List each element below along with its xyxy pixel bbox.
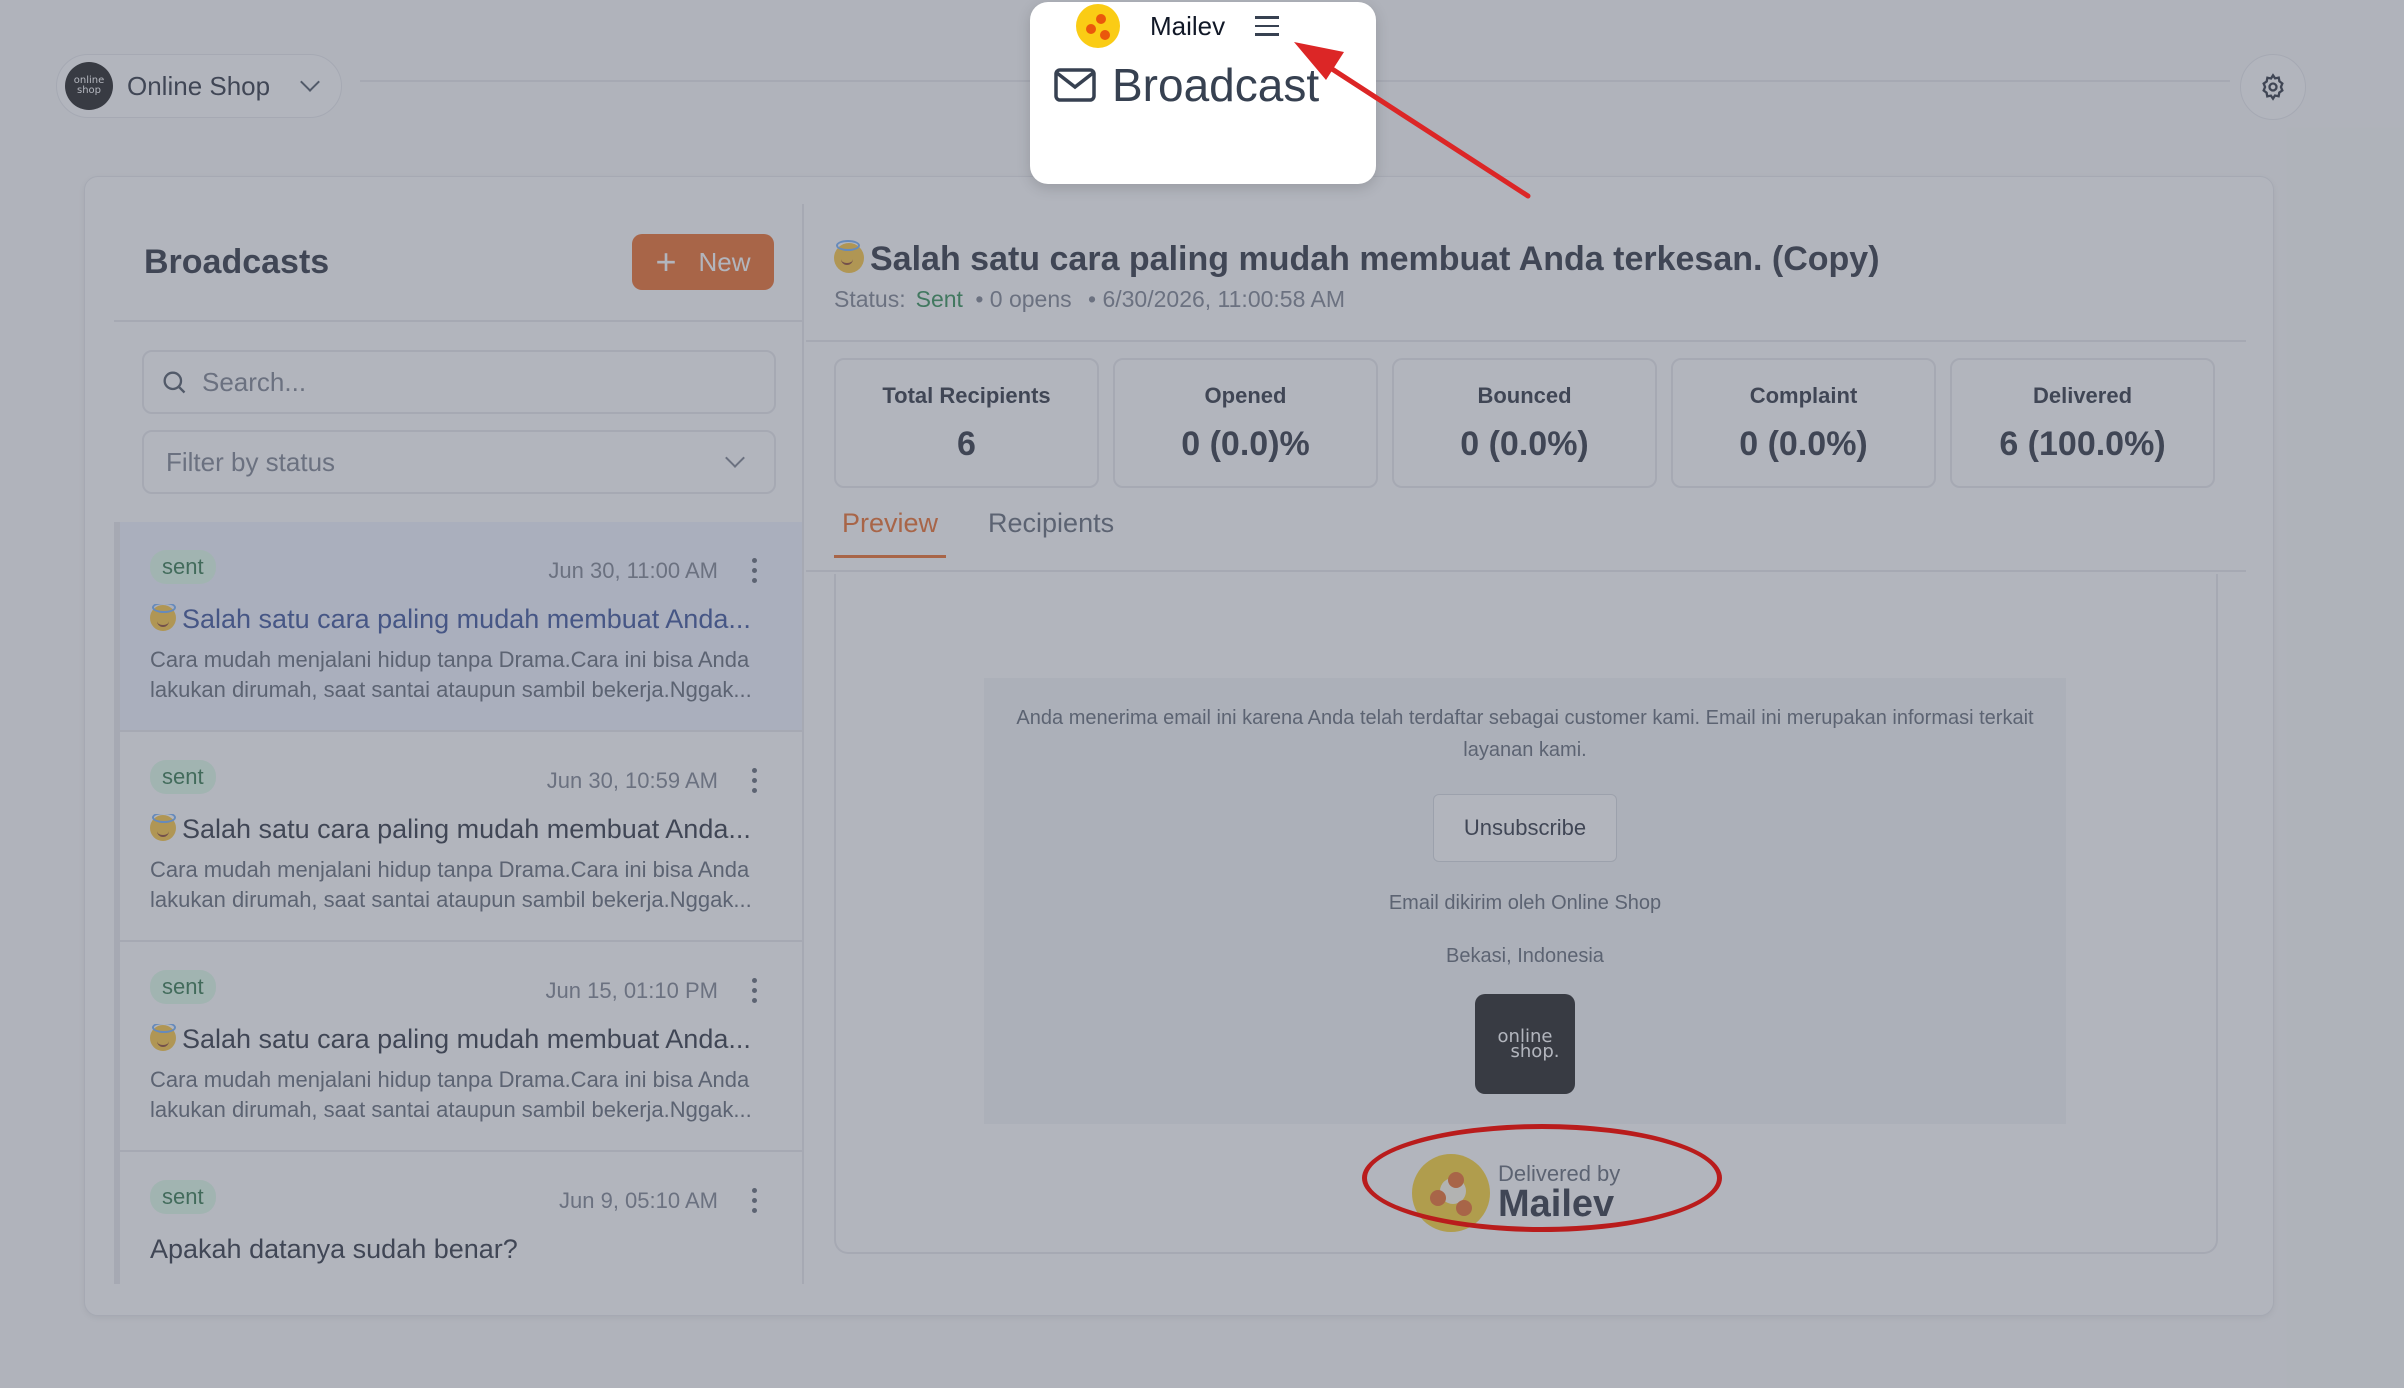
workspace-logo: online shop: [65, 62, 113, 110]
search-placeholder: Search...: [202, 366, 307, 397]
sent-by-text: Email dikirim oleh Online Shop: [1388, 892, 1662, 914]
more-options-icon[interactable]: [752, 1188, 758, 1213]
stat-label: Delivered: [2032, 382, 2133, 408]
new-label: New: [698, 246, 751, 277]
workspace-switcher[interactable]: online shop Online Shop: [56, 54, 342, 118]
search-input[interactable]: Search...: [142, 350, 776, 414]
more-options-icon[interactable]: [752, 978, 758, 1003]
address-text: Bekasi, Indonesia: [1446, 945, 1604, 967]
callout-top-row: Mailev: [1076, 4, 1280, 48]
plus-icon: +: [655, 241, 677, 282]
app-header-callout: Mailev Broadcast: [1030, 2, 1376, 184]
item-date: Jun 30, 10:59 AM: [546, 768, 718, 793]
app-name: Mailev: [1150, 10, 1226, 41]
stat-complaint: Complaint 0 (0.0%): [1671, 358, 1936, 488]
callout-title-row: Broadcast: [1054, 58, 1319, 112]
detail-title-row: Salah satu cara paling mudah membuat And…: [834, 240, 1880, 279]
stat-bounced: Bounced 0 (0.0%): [1392, 358, 1657, 488]
tab-recipients[interactable]: Recipients: [980, 500, 1122, 558]
angel-emoji-icon: [150, 1024, 176, 1051]
stat-label: Opened: [1204, 382, 1287, 408]
item-date: Jun 15, 01:10 PM: [545, 978, 718, 1003]
shop-logo-line2: shop.: [1510, 1041, 1560, 1062]
stat-total-recipients: Total Recipients 6: [834, 358, 1099, 488]
item-description: Cara mudah menjalani hidup tanpa Drama.C…: [150, 857, 752, 912]
stat-label: Complaint: [1749, 382, 1858, 408]
sent-datetime: • 6/30/2026, 11:00:58 AM: [1088, 286, 1346, 312]
status-label: Status:: [834, 286, 906, 312]
status-badge: sent: [150, 760, 216, 794]
opens-count: • 0 opens: [975, 286, 1072, 312]
search-icon: [163, 371, 186, 394]
item-title-row: Salah satu cara paling mudah membuat And…: [150, 814, 774, 845]
list-item[interactable]: sent Jun 15, 01:10 PM Salah satu cara pa…: [120, 942, 802, 1152]
hamburger-menu-icon[interactable]: [1255, 16, 1280, 36]
filter-placeholder: Filter by status: [166, 446, 336, 477]
more-options-icon[interactable]: [752, 768, 758, 793]
item-title-row: Salah satu cara paling mudah membuat And…: [150, 1024, 774, 1055]
mail-icon: [1054, 68, 1096, 102]
mailev-logo-icon: [1076, 4, 1120, 48]
item-description: Cara mudah menjalani hidup tanpa Drama.C…: [150, 647, 752, 702]
status-value: Sent: [915, 286, 963, 312]
detail-meta: Status: Sent • 0 opens • 6/30/2026, 11:00…: [834, 286, 1345, 313]
broadcast-list: sent Jun 30, 11:00 AM Salah satu cara pa…: [114, 522, 802, 1284]
item-title-row: Salah satu cara paling mudah membuat And…: [150, 604, 774, 635]
divider: [806, 340, 2246, 342]
item-date: Jun 9, 05:10 AM: [559, 1188, 718, 1213]
detail-title: Salah satu cara paling mudah membuat And…: [870, 240, 1880, 278]
item-title: Apakah datanya sudah benar?: [150, 1234, 518, 1264]
status-badge: sent: [150, 550, 216, 584]
item-title: Salah satu cara paling mudah membuat And…: [182, 1024, 751, 1054]
broadcast-detail-panel: Salah satu cara paling mudah membuat And…: [806, 204, 2246, 1284]
gear-icon: [2262, 73, 2284, 101]
stat-label: Total Recipients: [882, 382, 1051, 408]
stat-value: 0 (0.0)%: [1181, 424, 1310, 463]
page-title: Broadcast: [1112, 59, 1320, 111]
list-header: Broadcasts + New: [114, 204, 802, 322]
list-item[interactable]: sent Jun 9, 05:10 AM Apakah datanya suda…: [120, 1152, 802, 1284]
status-filter-select[interactable]: Filter by status: [142, 430, 776, 494]
status-badge: sent: [150, 1180, 216, 1214]
new-broadcast-button[interactable]: + New: [632, 234, 774, 290]
list-title: Broadcasts: [144, 242, 330, 281]
item-title: Salah satu cara paling mudah membuat And…: [182, 604, 751, 634]
angel-emoji-icon: [150, 814, 176, 841]
item-description: Cara mudah menjalani hidup tanpa Drama.C…: [150, 1067, 752, 1122]
stat-label: Bounced: [1477, 382, 1572, 408]
stat-value: 6: [957, 424, 976, 463]
email-footer: Anda menerima email ini karena Anda tela…: [984, 678, 2066, 1124]
detail-tabs: Preview Recipients: [834, 500, 1122, 558]
item-date: Jun 30, 11:00 AM: [548, 558, 718, 583]
angel-emoji-icon: [150, 604, 176, 631]
tab-divider: [806, 570, 2246, 572]
item-title: Salah satu cara paling mudah membuat And…: [182, 814, 751, 844]
footer-note: Anda menerima email ini karena Anda tela…: [1016, 707, 2034, 761]
status-badge: sent: [150, 970, 216, 1004]
angel-emoji-icon: [834, 240, 864, 273]
tab-preview[interactable]: Preview: [834, 500, 947, 558]
stat-value: 0 (0.0%): [1460, 424, 1589, 463]
chevron-down-icon: [725, 448, 745, 468]
broadcast-list-panel: Broadcasts + New Search... Filter by sta…: [114, 204, 804, 1284]
unsubscribe-button[interactable]: Unsubscribe: [1432, 794, 1618, 862]
list-item[interactable]: sent Jun 30, 10:59 AM Salah satu cara pa…: [120, 732, 802, 942]
stat-opened: Opened 0 (0.0)%: [1113, 358, 1378, 488]
stat-delivered: Delivered 6 (100.0%): [1950, 358, 2215, 488]
stat-value: 0 (0.0%): [1739, 424, 1868, 463]
chevron-down-icon: [300, 72, 320, 92]
annotation-ellipse: [1362, 1124, 1722, 1232]
settings-button[interactable]: [2240, 54, 2306, 120]
shop-logo: online shop.: [1475, 994, 1575, 1094]
list-item[interactable]: sent Jun 30, 11:00 AM Salah satu cara pa…: [120, 522, 802, 732]
stats-row: Total Recipients 6 Opened 0 (0.0)% Bounced…: [834, 358, 2215, 488]
stat-value: 6 (100.0%): [1999, 424, 2166, 463]
item-description: [150, 1275, 774, 1284]
workspace-name: Online Shop: [127, 70, 271, 101]
more-options-icon[interactable]: [752, 558, 758, 583]
